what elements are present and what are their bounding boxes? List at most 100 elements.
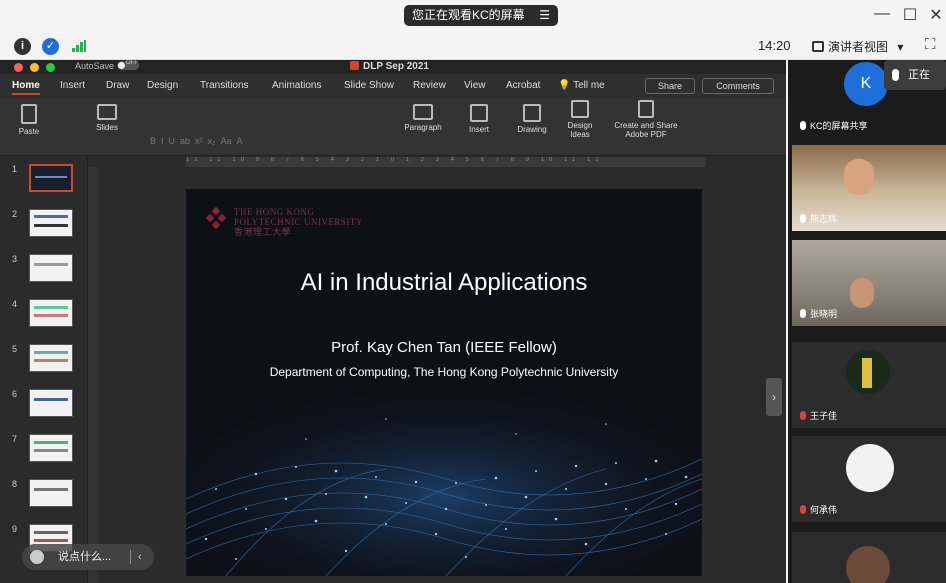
slide-thumb-5[interactable] — [29, 344, 73, 372]
chat-placeholder: 说点什么... — [58, 551, 112, 563]
vertical-ruler — [88, 167, 98, 583]
font-format-controls[interactable]: B I U ab x² x₂ Aa A — [150, 136, 243, 146]
participants-panel: K KC的屏幕共享 正在 熊志辉 张晓明 王子佳 何承伟 — [788, 60, 946, 583]
mute-status-popup[interactable]: 正在 — [884, 60, 946, 90]
slide-number: 8 — [12, 479, 18, 489]
chevron-left-icon[interactable]: ‹ — [138, 544, 142, 570]
tab-home[interactable]: Home — [12, 80, 40, 95]
tab-review[interactable]: Review — [413, 80, 446, 91]
participant-video — [844, 159, 874, 195]
slide-number: 2 — [12, 209, 18, 219]
microphone-icon — [892, 69, 899, 81]
slide-thumb-1[interactable] — [29, 164, 73, 192]
participant-video — [850, 278, 874, 308]
traffic-close-icon[interactable] — [14, 63, 23, 72]
signal-strength-icon[interactable] — [72, 40, 86, 52]
slide-number: 7 — [12, 434, 18, 444]
slide-thumb-8[interactable] — [29, 479, 73, 507]
participant-tile-3[interactable]: 王子佳 — [792, 342, 946, 428]
tab-view[interactable]: View — [464, 80, 486, 91]
polyu-logo — [205, 207, 227, 230]
participant-tile-4[interactable]: 何承伟 — [792, 436, 946, 522]
slide-canvas[interactable]: THE HONG KONG POLYTECHNIC UNIVERSITY 香港理… — [186, 189, 702, 576]
traffic-minimize-icon[interactable] — [30, 63, 39, 72]
shared-screen: AutoSave DLP Sep 2021 Home Insert Draw D… — [0, 60, 786, 583]
tab-acrobat[interactable]: Acrobat — [506, 80, 540, 91]
paragraph-button[interactable]: Paragraph — [400, 104, 446, 132]
microphone-icon — [800, 214, 806, 223]
fullscreen-icon[interactable]: ⛶ — [925, 36, 936, 53]
particle-wave-graphic — [186, 379, 702, 576]
slide-number: 9 — [12, 524, 18, 534]
slide-number: 4 — [12, 299, 18, 309]
microphone-muted-icon — [800, 505, 806, 514]
slide-author: Prof. Kay Chen Tan (IEEE Fellow) — [331, 339, 557, 356]
participant-tile-2[interactable]: 张晓明 — [792, 240, 946, 326]
traffic-zoom-icon[interactable] — [46, 63, 55, 72]
drawing-icon — [523, 104, 541, 122]
participant-tile-5[interactable] — [792, 532, 946, 583]
presenter-view-icon — [812, 41, 824, 52]
microphone-icon — [800, 121, 806, 130]
slide-thumb-7[interactable] — [29, 434, 73, 462]
screen-share-banner[interactable]: 您正在观看KC的屏幕 ☰ — [404, 5, 558, 26]
autosave-toggle[interactable]: AutoSave — [75, 60, 140, 71]
chat-input[interactable]: 说点什么... ‹ — [22, 544, 154, 570]
participant-name: KC的屏幕共享 — [800, 119, 868, 132]
drawing-button[interactable]: Drawing — [512, 104, 552, 134]
slides-button[interactable]: Slides — [90, 104, 124, 132]
tab-transitions[interactable]: Transitions — [200, 80, 249, 91]
close-button[interactable]: ✕ — [924, 5, 946, 25]
list-icon[interactable]: ☰ — [539, 5, 550, 26]
minimize-button[interactable]: — — [870, 5, 894, 23]
microphone-muted-icon — [800, 411, 806, 420]
shield-icon[interactable]: ✓ — [42, 38, 59, 55]
tell-me-search[interactable]: 💡 Tell me — [558, 80, 605, 91]
chat-icon — [30, 550, 44, 564]
design-ideas-icon — [571, 100, 589, 118]
document-title: DLP Sep 2021 — [350, 61, 429, 72]
tab-insert[interactable]: Insert — [60, 80, 85, 91]
slide-thumb-6[interactable] — [29, 389, 73, 417]
tab-animations[interactable]: Animations — [272, 80, 321, 91]
screen-share-text: 您正在观看KC的屏幕 — [412, 8, 525, 22]
slide-thumb-2[interactable] — [29, 209, 73, 237]
slide-number: 6 — [12, 389, 18, 399]
design-ideas-button[interactable]: Design Ideas — [562, 100, 598, 139]
participant-tile-1[interactable]: 熊志辉 — [792, 145, 946, 231]
info-icon[interactable]: i — [14, 38, 31, 55]
clipboard-icon — [21, 104, 37, 124]
tab-slide-show[interactable]: Slide Show — [344, 80, 394, 91]
tab-design[interactable]: Design — [147, 80, 178, 91]
ppt-title-bar: AutoSave DLP Sep 2021 — [0, 60, 786, 74]
chevron-right-icon[interactable]: › — [766, 378, 782, 416]
university-name: THE HONG KONG POLYTECHNIC UNIVERSITY 香港理… — [234, 207, 363, 237]
powerpoint-icon — [350, 61, 359, 70]
acrobat-icon — [638, 100, 654, 118]
ribbon-tabs: Home Insert Draw Design Transitions Anim… — [0, 74, 786, 98]
insert-button[interactable]: Insert — [462, 104, 496, 134]
horizontal-ruler: 12 11 10 9 8 7 6 5 4 3 2 1 0 1 2 3 4 5 6… — [186, 157, 706, 167]
meeting-clock: 14:20 — [758, 38, 791, 53]
slide-department: Department of Computing, The Hong Kong P… — [269, 365, 619, 379]
tab-draw[interactable]: Draw — [106, 80, 129, 91]
meeting-window: 您正在观看KC的屏幕 ☰ — ☐ ✕ i ✓ 14:20 演讲者视图 ▾ ⛶ A… — [0, 0, 946, 583]
slide-thumb-4[interactable] — [29, 299, 73, 327]
maximize-button[interactable]: ☐ — [898, 5, 922, 25]
presenter-view-label: 演讲者视图 — [828, 40, 889, 54]
share-button[interactable]: Share — [645, 78, 695, 94]
slide-title: AI in Industrial Applications — [300, 269, 588, 296]
avatar: K — [844, 62, 888, 106]
comments-button[interactable]: Comments — [702, 78, 774, 94]
participant-name: 张晓明 — [800, 307, 837, 320]
window-title-bar: 您正在观看KC的屏幕 ☰ — ☐ ✕ — [0, 0, 946, 33]
ribbon-toolbar: Paste Slides B I U ab x² x₂ Aa A Paragra… — [0, 98, 786, 156]
slide-thumbnails: 1 2 3 4 5 6 7 8 9 — [0, 156, 88, 583]
presenter-view-dropdown[interactable]: 演讲者视图 ▾ — [812, 38, 903, 55]
paste-button[interactable]: Paste — [12, 104, 46, 136]
slides-icon — [97, 104, 117, 120]
slide-number: 3 — [12, 254, 18, 264]
slide-thumb-3[interactable] — [29, 254, 73, 282]
participant-name: 熊志辉 — [800, 212, 837, 225]
create-pdf-button[interactable]: Create and Share Adobe PDF — [606, 100, 686, 139]
